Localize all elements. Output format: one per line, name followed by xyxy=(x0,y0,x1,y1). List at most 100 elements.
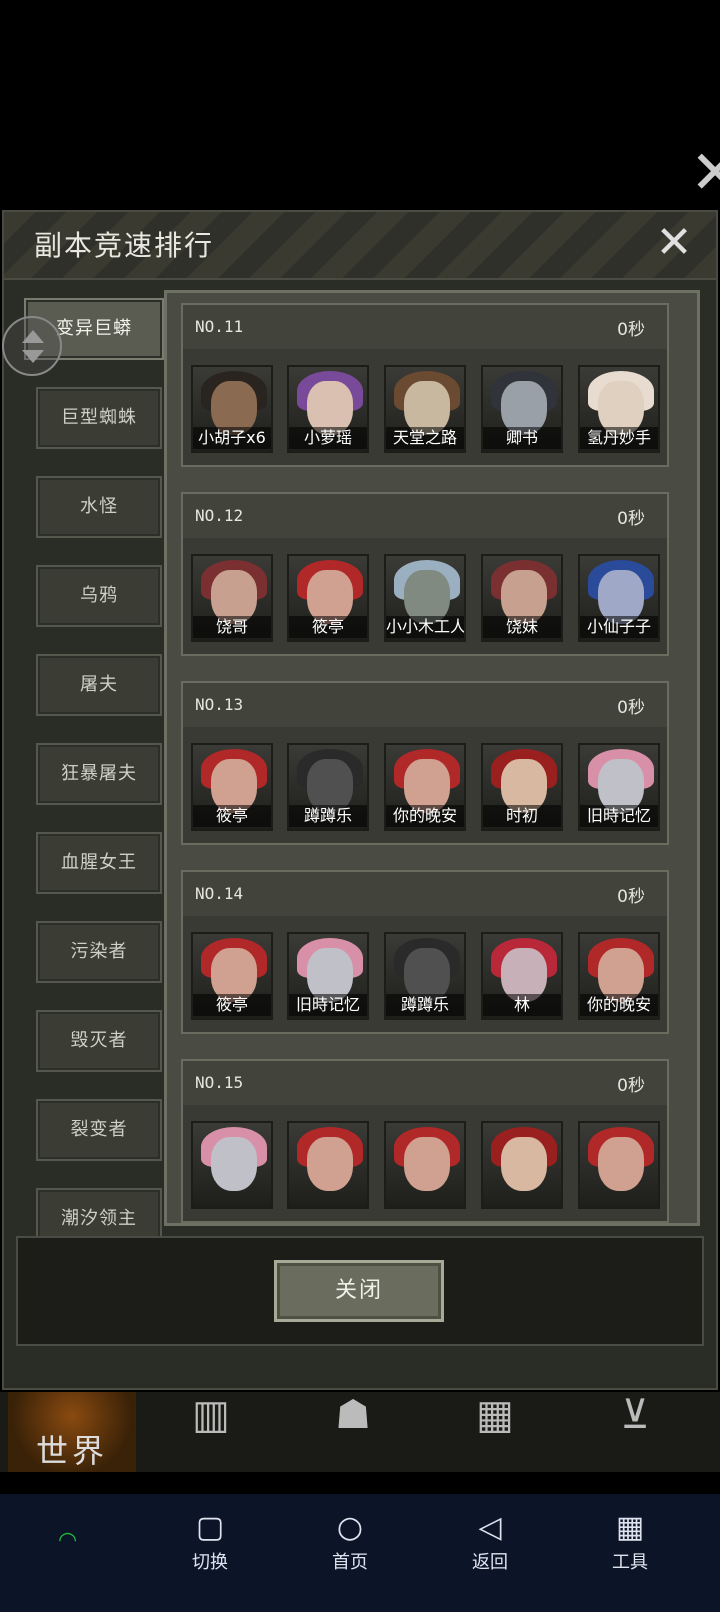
player-avatar[interactable]: 小小木工人 xyxy=(384,554,466,642)
head-icon: ☗ xyxy=(335,1392,371,1438)
ranking-card-header: NO.11 0秒 xyxy=(183,305,667,349)
player-avatar[interactable]: 饶哥 xyxy=(191,554,273,642)
boss-tab[interactable]: 狂暴屠夫 xyxy=(36,743,162,805)
player-avatar[interactable]: 林 xyxy=(481,932,563,1020)
nav-back[interactable]: ◁ 返回 xyxy=(450,1508,530,1574)
clear-time: 0秒 xyxy=(617,320,645,340)
boss-tab[interactable]: 巨型蜘蛛 xyxy=(36,387,162,449)
calculator-icon: ▦ xyxy=(476,1392,514,1438)
boss-tab[interactable]: 屠夫 xyxy=(36,654,162,716)
player-avatar[interactable]: 小仙子子 xyxy=(578,554,660,642)
clear-time: 0秒 xyxy=(617,887,645,907)
rank-number: NO.12 xyxy=(195,506,244,525)
nav-home-label: 首页 xyxy=(332,1552,368,1573)
back-triangle-icon: ◁ xyxy=(478,1510,502,1545)
background-close-icon: ✕ xyxy=(690,138,720,208)
player-avatar[interactable]: 天堂之路 xyxy=(384,365,466,453)
player-name: 蹲蹲乐 xyxy=(289,805,367,827)
player-avatar[interactable] xyxy=(578,1121,660,1209)
player-name: 蹲蹲乐 xyxy=(386,994,464,1016)
player-avatar[interactable]: 筱亭 xyxy=(287,554,369,642)
player-name: 筱亭 xyxy=(289,616,367,638)
player-name: 小仙子子 xyxy=(580,616,658,638)
close-button[interactable]: 关闭 xyxy=(274,1260,444,1322)
clear-time: 0秒 xyxy=(617,1076,645,1096)
player-avatar[interactable] xyxy=(481,1121,563,1209)
rank-number: NO.14 xyxy=(195,884,244,903)
player-avatar[interactable]: 小胡子x6 xyxy=(191,365,273,453)
player-avatar[interactable] xyxy=(384,1121,466,1209)
ranking-card: NO.11 0秒小胡子x6 小萝瑶 天堂之路 卿书 氢丹妙手 xyxy=(181,303,669,467)
boss-tab[interactable]: 血腥女王 xyxy=(36,832,162,894)
assistive-touch-button[interactable] xyxy=(2,316,62,376)
player-avatar[interactable]: 旧時记忆 xyxy=(287,932,369,1020)
race-ranking-modal: 副本竞速排行 ✕ 变异巨蟒 巨型蜘蛛 水怪 乌鸦 屠夫 狂暴屠夫 血腥女王 污染者 毁灭者 裂变者… xyxy=(2,210,718,1390)
ranking-card-header: NO.15 0秒 xyxy=(183,1061,667,1105)
player-avatar[interactable]: 卿书 xyxy=(481,365,563,453)
player-avatar[interactable] xyxy=(287,1121,369,1209)
system-navbar: ◠ ▢ 切换 ○ 首页 ◁ 返回 ▦ 工具 xyxy=(0,1494,720,1612)
avatar-face xyxy=(404,1137,450,1191)
rank-number: NO.11 xyxy=(195,317,244,336)
player-avatar[interactable]: 你的晚安 xyxy=(578,932,660,1020)
player-name: 小小木工人 xyxy=(386,616,466,638)
nav-switch-label: 切换 xyxy=(192,1552,228,1573)
player-avatar[interactable]: 筱亭 xyxy=(191,743,273,831)
avatar-face xyxy=(307,1137,353,1191)
nav-home[interactable]: ○ 首页 xyxy=(310,1508,390,1574)
player-avatar[interactable]: 蹲蹲乐 xyxy=(384,932,466,1020)
player-name: 小萝瑶 xyxy=(289,427,367,449)
ranking-card: NO.15 0秒 xyxy=(181,1059,669,1223)
player-avatar[interactable]: 时初 xyxy=(481,743,563,831)
player-name: 你的晚安 xyxy=(580,994,658,1016)
player-name: 筱亭 xyxy=(193,805,271,827)
player-avatar[interactable]: 饶妹 xyxy=(481,554,563,642)
modal-footer: 关闭 xyxy=(16,1236,704,1346)
player-name: 卿书 xyxy=(483,427,561,449)
world-tab: 世界 xyxy=(8,1392,136,1472)
down-arrow-icon xyxy=(22,350,44,363)
player-avatar[interactable]: 氢丹妙手 xyxy=(578,365,660,453)
boss-tab[interactable]: 裂变者 xyxy=(36,1099,162,1161)
player-name: 筱亭 xyxy=(193,994,271,1016)
ranking-card-header: NO.12 0秒 xyxy=(183,494,667,538)
world-tab-label: 世界 xyxy=(35,1432,108,1470)
cart-icon: ⊻ xyxy=(620,1392,650,1438)
grid-icon: ▦ xyxy=(615,1510,645,1545)
player-avatar[interactable]: 小萝瑶 xyxy=(287,365,369,453)
ranking-card-header: NO.13 0秒 xyxy=(183,683,667,727)
avatar-face xyxy=(598,1137,644,1191)
boss-tab[interactable]: 水怪 xyxy=(36,476,162,538)
backpack-icon: ▥ xyxy=(192,1392,230,1438)
player-avatar[interactable]: 筱亭 xyxy=(191,932,273,1020)
square-icon: ▢ xyxy=(195,1510,225,1545)
boss-tab[interactable]: 污染者 xyxy=(36,921,162,983)
player-name: 时初 xyxy=(483,805,561,827)
player-avatar[interactable] xyxy=(191,1121,273,1209)
boss-tab[interactable]: 毁灭者 xyxy=(36,1010,162,1072)
player-name: 饶妹 xyxy=(483,616,561,638)
up-arrow-icon xyxy=(22,330,44,343)
rank-number: NO.13 xyxy=(195,695,244,714)
ranking-card-header: NO.14 0秒 xyxy=(183,872,667,916)
boss-tab-list: 变异巨蟒 巨型蜘蛛 水怪 乌鸦 屠夫 狂暴屠夫 血腥女王 污染者 毁灭者 裂变者 潮汐领主 xyxy=(24,298,164,1277)
player-name: 林 xyxy=(483,994,561,1016)
nav-tools-label: 工具 xyxy=(612,1552,648,1573)
player-avatar[interactable]: 你的晚安 xyxy=(384,743,466,831)
player-name: 你的晚安 xyxy=(386,805,464,827)
close-icon[interactable]: ✕ xyxy=(650,218,698,268)
ranking-list[interactable]: NO.11 0秒 小胡子x6 小萝瑶 天堂之路 卿书 氢丹妙手 NO.12 0秒 饶哥 筱亭 小小木工… xyxy=(164,290,700,1226)
player-avatar[interactable]: 蹲蹲乐 xyxy=(287,743,369,831)
nav-switch[interactable]: ▢ 切换 xyxy=(170,1508,250,1574)
nav-tools[interactable]: ▦ 工具 xyxy=(590,1508,670,1574)
player-avatar[interactable]: 旧時记忆 xyxy=(578,743,660,831)
player-name: 饶哥 xyxy=(193,616,271,638)
modal-header: 副本竞速排行 ✕ xyxy=(4,212,716,280)
player-name: 旧時记忆 xyxy=(289,994,367,1016)
circle-icon: ○ xyxy=(336,1510,364,1545)
ranking-card: NO.13 0秒筱亭 蹲蹲乐 你的晚安 时初 旧時记忆 xyxy=(181,681,669,845)
ranking-card: NO.14 0秒筱亭 旧時记忆 蹲蹲乐林你的晚安 xyxy=(181,870,669,1034)
avatar-face xyxy=(501,1137,547,1191)
boss-tab[interactable]: 乌鸦 xyxy=(36,565,162,627)
player-name: 小胡子x6 xyxy=(193,427,271,449)
